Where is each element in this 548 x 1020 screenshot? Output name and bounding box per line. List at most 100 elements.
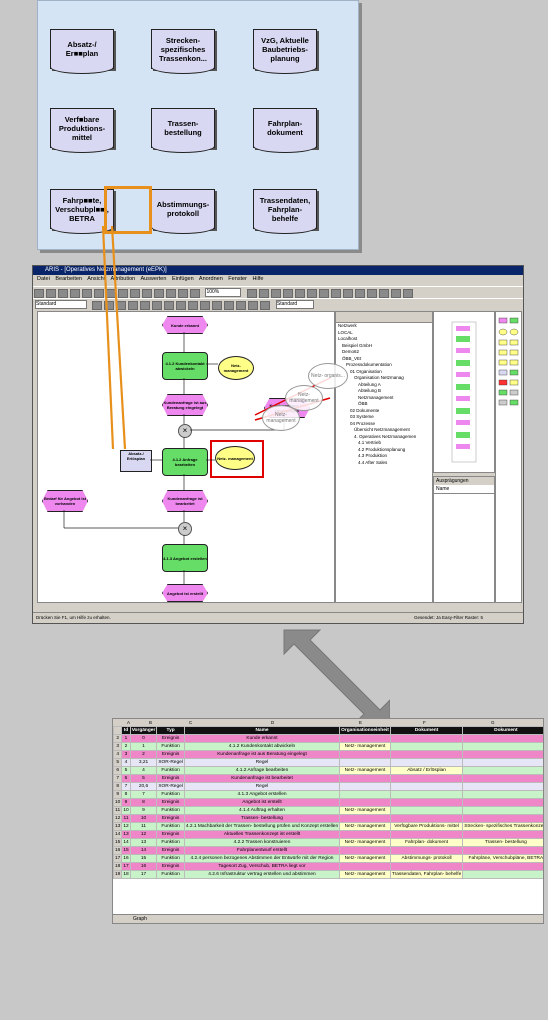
cell-dokument-1[interactable] xyxy=(389,742,464,751)
cell-dokument-1[interactable] xyxy=(389,782,464,791)
cell-dokument-2[interactable] xyxy=(462,830,543,839)
cell-vorgaenger[interactable]: 16 xyxy=(129,862,158,871)
table-row[interactable]: 12 11 10 Ereignis Trassen- bestellung xyxy=(113,814,543,823)
cell-org[interactable]: Netz- management xyxy=(339,766,391,775)
cell-org[interactable]: Netz- management xyxy=(339,822,391,831)
cell-name[interactable]: 4.2.1 Machbarkeit der Trassen- bestellun… xyxy=(183,822,341,831)
cell-name[interactable]: Regel xyxy=(183,758,341,767)
row-number[interactable]: 19 xyxy=(113,870,123,879)
cell-typ[interactable]: Ereignis xyxy=(156,750,185,759)
header-dokument-1[interactable]: Dokument xyxy=(389,726,464,735)
cell-id[interactable]: 6 xyxy=(121,774,131,783)
header-org[interactable]: Organisationseinheit xyxy=(339,726,391,735)
cell-id[interactable]: 3 xyxy=(121,750,131,759)
cell-name[interactable]: Tagesort Zug, Verschub, BETRA liegt vor xyxy=(183,862,341,871)
cell-dokument-1[interactable] xyxy=(389,830,464,839)
cell-id[interactable]: 9 xyxy=(121,798,131,807)
cell-dokument-1[interactable] xyxy=(389,862,464,871)
cell-name[interactable]: 4.2.6 Infrastruktur vertrag erstellen un… xyxy=(183,870,341,879)
cell-vorgaenger[interactable]: 15 xyxy=(129,854,158,863)
cell-org[interactable] xyxy=(339,790,391,799)
cell-vorgaenger[interactable]: 11 xyxy=(129,822,158,831)
cell-name[interactable]: 4.2.4 personen bezogenes Abstimmen der E… xyxy=(183,854,341,863)
row-number[interactable]: 15 xyxy=(113,838,123,847)
cell-typ[interactable]: Ereignis xyxy=(156,830,185,839)
cell-dokument-1[interactable] xyxy=(389,806,464,815)
cell-id[interactable]: 12 xyxy=(121,822,131,831)
cell-org[interactable] xyxy=(339,774,391,783)
cell-name[interactable]: Kunde erkannt xyxy=(183,734,341,743)
row-number[interactable]: 4 xyxy=(113,750,123,759)
cell-org[interactable] xyxy=(339,862,391,871)
cell-dokument-1[interactable]: Trassendaten, Fahrplan- behelfe xyxy=(389,870,464,879)
row-number[interactable]: 7 xyxy=(113,774,123,783)
row-number[interactable]: 3 xyxy=(113,742,123,751)
cell-org[interactable]: Netz- management xyxy=(339,870,391,879)
header-typ[interactable]: Typ xyxy=(156,726,185,735)
row-number[interactable]: 2 xyxy=(113,734,123,743)
cell-typ[interactable]: Ereignis xyxy=(156,774,185,783)
cell-id[interactable]: 15 xyxy=(121,846,131,855)
table-row[interactable]: 10 9 8 Ereignis Angebot ist erstellt xyxy=(113,798,543,807)
cell-id[interactable]: 11 xyxy=(121,814,131,823)
cell-id[interactable]: 7 xyxy=(121,782,131,791)
cell-vorgaenger[interactable]: 9 xyxy=(129,806,158,815)
table-row[interactable]: 17 16 15 Funktion 4.2.4 personen bezogenes A… xyxy=(113,854,543,863)
cell-org[interactable] xyxy=(339,830,391,839)
cell-vorgaenger[interactable]: 1 xyxy=(129,742,158,751)
excel-table[interactable]: Id Vorgänger Typ Name Organisationseinhe… xyxy=(113,726,543,879)
cell-dokument-2[interactable] xyxy=(462,814,543,823)
cell-name[interactable]: Kundenanfrage ist bearbeitet xyxy=(183,774,341,783)
cell-vorgaenger[interactable]: 20,6 xyxy=(129,782,158,791)
cell-name[interactable]: Aktuelles Trassenkonzept ist erstellt xyxy=(183,830,341,839)
sheet-tab-graph[interactable]: Graph xyxy=(133,916,147,922)
cell-org[interactable] xyxy=(339,750,391,759)
cell-org[interactable] xyxy=(339,758,391,767)
table-row[interactable]: 4 3 2 Ereignis Kundenanfrage ist aus Beratun… xyxy=(113,750,543,759)
cell-dokument-2[interactable] xyxy=(462,862,543,871)
cell-name[interactable]: Angebot ist erstellt xyxy=(183,798,341,807)
cell-dokument-2[interactable] xyxy=(462,870,543,879)
table-row[interactable]: 3 2 1 Funktion 4.1.2 Kundenkontakt abwickeln… xyxy=(113,742,543,751)
cell-org[interactable]: Netz- management xyxy=(339,854,391,863)
row-number[interactable]: 18 xyxy=(113,862,123,871)
cell-dokument-2[interactable]: Fahrpläne, Verschubpläne, BETRA xyxy=(462,854,543,863)
cell-org[interactable] xyxy=(339,814,391,823)
cell-vorgaenger[interactable]: 4 xyxy=(129,766,158,775)
cell-id[interactable]: 16 xyxy=(121,854,131,863)
table-row[interactable]: 13 12 11 Funktion 4.2.1 Machbarkeit der Tras… xyxy=(113,822,543,831)
cell-typ[interactable]: Funktion xyxy=(156,870,185,879)
table-row[interactable]: 2 1 0 Ereignis Kunde erkannt xyxy=(113,734,543,743)
cell-dokument-1[interactable] xyxy=(389,846,464,855)
row-number[interactable]: 11 xyxy=(113,806,123,815)
cell-typ[interactable]: Ereignis xyxy=(156,734,185,743)
row-number[interactable]: 8 xyxy=(113,782,123,791)
cell-dokument-1[interactable] xyxy=(389,774,464,783)
cell-dokument-2[interactable] xyxy=(462,758,543,767)
row-number[interactable]: 10 xyxy=(113,798,123,807)
cell-vorgaenger[interactable]: 3,21 xyxy=(129,758,158,767)
cell-dokument-2[interactable]: Strecken- spezifisches Trassenkonzept xyxy=(462,822,543,831)
cell-vorgaenger[interactable]: 0 xyxy=(129,734,158,743)
cell-id[interactable]: 1 xyxy=(121,734,131,743)
cell-name[interactable]: 4.1.4 Auftrag erhalten xyxy=(183,806,341,815)
table-row[interactable]: 11 10 9 Funktion 4.1.4 Auftrag erhalten Netz-… xyxy=(113,806,543,815)
header-dokument-2[interactable]: Dokument xyxy=(462,726,543,735)
cell-dokument-2[interactable] xyxy=(462,798,543,807)
sheet-tabs[interactable]: Graph xyxy=(113,914,543,923)
row-number[interactable]: 14 xyxy=(113,830,123,839)
header-vorgaenger[interactable]: Vorgänger xyxy=(129,726,158,735)
cell-typ[interactable]: Funktion xyxy=(156,854,185,863)
cell-dokument-2[interactable] xyxy=(462,750,543,759)
header-name[interactable]: Name xyxy=(183,726,341,735)
cell-dokument-2[interactable] xyxy=(462,846,543,855)
cell-name[interactable]: Trassen- bestellung xyxy=(183,814,341,823)
cell-vorgaenger[interactable]: 2 xyxy=(129,750,158,759)
row-number[interactable]: 16 xyxy=(113,846,123,855)
cell-typ[interactable]: Funktion xyxy=(156,838,185,847)
cell-dokument-1[interactable]: Verfügbare Produktions- mittel xyxy=(389,822,464,831)
cell-vorgaenger[interactable]: 8 xyxy=(129,798,158,807)
cell-dokument-1[interactable] xyxy=(389,798,464,807)
cell-typ[interactable]: Funktion xyxy=(156,766,185,775)
table-row[interactable]: 9 8 7 Funktion 4.1.3 Angebot erstellen xyxy=(113,790,543,799)
